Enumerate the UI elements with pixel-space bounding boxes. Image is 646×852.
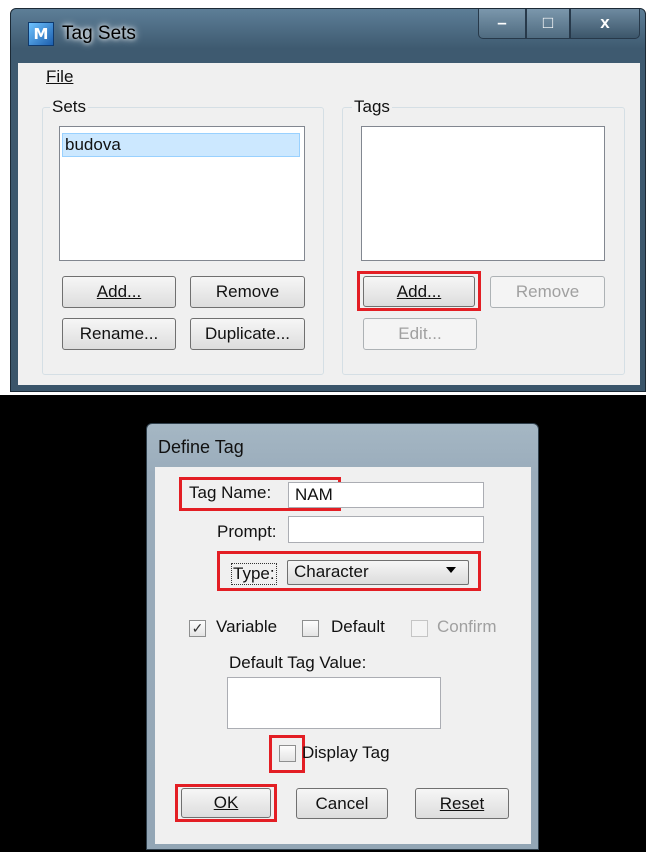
confirm-label: Confirm bbox=[437, 617, 497, 636]
ok-button[interactable]: OK bbox=[181, 788, 271, 818]
prompt-label: Prompt: bbox=[217, 522, 277, 541]
type-dropdown[interactable]: Character bbox=[287, 560, 469, 585]
add-label: Add... bbox=[96, 282, 142, 301]
tags-add-button[interactable]: Add... bbox=[363, 276, 475, 307]
tags-remove-button[interactable]: Remove bbox=[490, 276, 605, 308]
close-button[interactable]: x bbox=[570, 9, 640, 39]
default-label: Default bbox=[331, 617, 385, 636]
minimize-button[interactable]: – bbox=[478, 9, 526, 39]
sets-list[interactable]: budova bbox=[59, 126, 305, 261]
default-tag-value-input[interactable] bbox=[227, 677, 441, 729]
variable-checkbox[interactable]: ✓ bbox=[189, 620, 206, 637]
tags-group-label: Tags bbox=[352, 97, 392, 117]
maximize-icon: □ bbox=[542, 13, 554, 32]
reset-button[interactable]: Reset bbox=[415, 788, 509, 819]
prompt-input[interactable] bbox=[288, 516, 484, 543]
tags-edit-button[interactable]: Edit... bbox=[363, 318, 477, 350]
define-tag-title: Define Tag bbox=[158, 437, 244, 457]
default-checkbox[interactable] bbox=[302, 620, 319, 637]
display-tag-checkbox[interactable] bbox=[279, 745, 296, 762]
menu-file[interactable]: File bbox=[46, 67, 73, 87]
sets-remove-button[interactable]: Remove bbox=[190, 276, 305, 308]
microstation-app-icon: M bbox=[28, 22, 54, 46]
tag-name-label: Tag Name: bbox=[189, 483, 272, 502]
close-icon: x bbox=[600, 13, 610, 32]
type-label: Type: bbox=[231, 563, 277, 585]
minimize-icon: – bbox=[497, 13, 507, 32]
add-label: Add... bbox=[396, 282, 442, 301]
default-tag-value-label: Default Tag Value: bbox=[229, 653, 367, 672]
sets-duplicate-button[interactable]: Duplicate... bbox=[190, 318, 305, 350]
tags-list[interactable] bbox=[361, 126, 605, 261]
chevron-down-icon bbox=[446, 567, 456, 573]
cancel-button[interactable]: Cancel bbox=[296, 788, 388, 819]
tag-name-input[interactable]: NAM bbox=[288, 482, 484, 508]
confirm-checkbox[interactable] bbox=[411, 620, 428, 637]
tag-sets-title: Tag Sets bbox=[62, 23, 136, 44]
reset-label: Reset bbox=[439, 794, 485, 813]
variable-label: Variable bbox=[216, 617, 278, 636]
display-tag-label: Display Tag bbox=[302, 743, 390, 762]
sets-rename-button[interactable]: Rename... bbox=[62, 318, 176, 350]
maximize-button[interactable]: □ bbox=[526, 9, 570, 39]
sets-group-label: Sets bbox=[50, 97, 89, 117]
list-item-label: budova bbox=[65, 135, 121, 154]
sets-add-button[interactable]: Add... bbox=[62, 276, 176, 308]
ok-label: OK bbox=[213, 793, 239, 812]
